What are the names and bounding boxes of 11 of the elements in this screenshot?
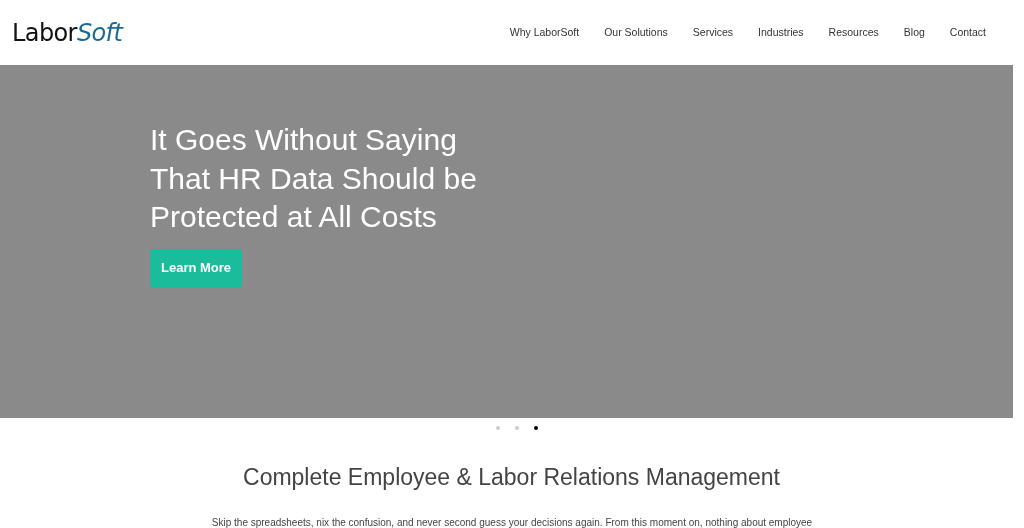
nav-link[interactable]: Industries (758, 25, 804, 41)
nav-link[interactable]: Resources (828, 25, 879, 41)
nav-link[interactable]: Our Solutions (604, 25, 668, 41)
section-heading: Complete Employee & Labor Relations Management (242, 463, 781, 492)
nav-link[interactable]: Why LaborSoft (509, 25, 580, 41)
nav-link[interactable]: Blog (903, 25, 925, 41)
section-text: Skip the spreadsheets, nix the confusion, and never second guess your decisions again. From this moment on, nothing about employee (210, 515, 814, 528)
logo[interactable]: LaborSoft (12, 20, 123, 45)
hero-title: It Goes Without Saying That HR Data Should be Protected at All Costs (150, 122, 477, 235)
nav-link[interactable]: Contact (949, 25, 986, 41)
nav-link[interactable]: Services (692, 25, 734, 41)
